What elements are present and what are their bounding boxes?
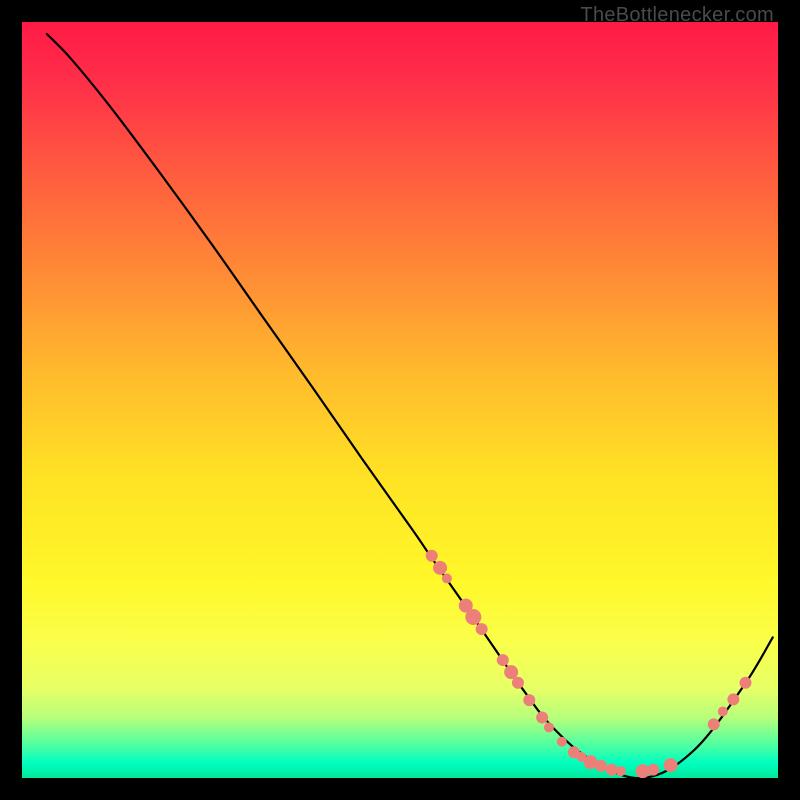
data-point [718,706,728,716]
data-point [727,693,739,705]
data-point [426,550,438,562]
data-point [616,766,626,776]
data-point [606,764,618,776]
data-point [664,758,678,772]
data-points [426,550,752,778]
data-point [465,609,481,625]
data-point [442,573,452,583]
data-point [433,561,447,575]
data-point [739,677,751,689]
data-point [557,737,567,747]
data-point [512,677,524,689]
data-point [536,712,548,724]
data-point [544,722,554,732]
chart-plot-area [22,22,778,778]
credit-label: TheBottlenecker.com [580,4,774,27]
data-point [476,623,488,635]
data-point [647,764,659,776]
data-point [523,694,535,706]
curve-path [47,34,773,778]
chart-svg [22,22,778,778]
data-point [595,760,607,772]
data-point [497,654,509,666]
data-point [708,718,720,730]
